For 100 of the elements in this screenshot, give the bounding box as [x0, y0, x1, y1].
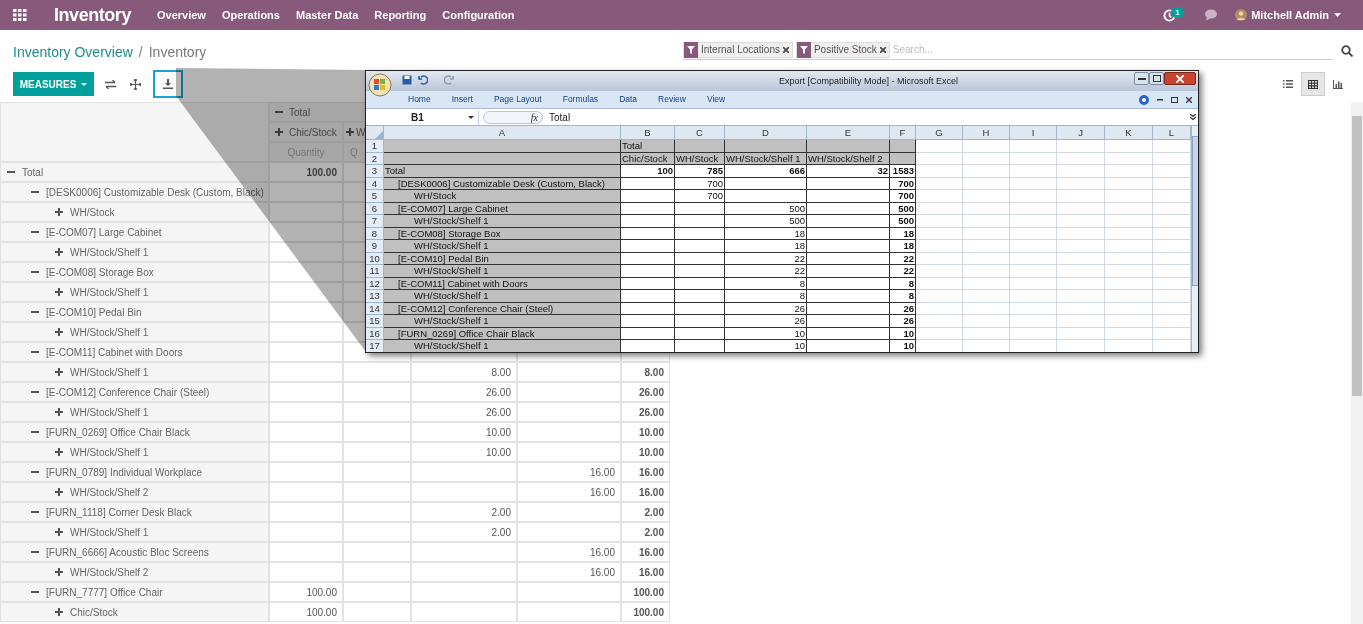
column-heading[interactable]: A	[384, 126, 621, 140]
table-icon[interactable]	[1308, 79, 1318, 89]
sheet-cell[interactable]	[675, 315, 725, 328]
row-heading[interactable]: 13	[366, 290, 384, 303]
row-heading[interactable]: 17	[366, 340, 384, 352]
search-bar[interactable]: Internal Locations Positive Stock Search...	[683, 40, 1333, 60]
row-header[interactable]: WH/Stock/Shelf 1	[0, 362, 269, 382]
ribbon-tab[interactable]: Insert	[451, 93, 473, 106]
scrollbar-thumb[interactable]	[1192, 136, 1198, 286]
row-heading[interactable]: 15	[366, 315, 384, 328]
column-heading[interactable]: E	[807, 126, 890, 140]
expand-icon[interactable]	[55, 248, 63, 256]
expand-icon[interactable]	[55, 488, 63, 496]
flip-axis-icon[interactable]	[105, 79, 116, 89]
user-name[interactable]: Mitchell Admin	[1251, 6, 1329, 24]
sheet-cell[interactable]: 10	[725, 340, 807, 352]
collapse-icon[interactable]	[31, 308, 39, 316]
row-header[interactable]: [FURN_0269] Office Chair Black	[0, 422, 269, 442]
ribbon-tab[interactable]: Review	[658, 93, 686, 106]
ribbon-tab[interactable]: Data	[619, 93, 638, 106]
caret-icon[interactable]	[1334, 13, 1341, 17]
expand-formula-icon[interactable]	[1190, 114, 1196, 120]
expand-icon[interactable]	[130, 78, 141, 90]
row-header[interactable]: WH/Stock/Shelf 1	[0, 322, 269, 342]
collapse-icon[interactable]	[31, 188, 39, 196]
function-button[interactable]: fx	[483, 110, 543, 124]
ribbon-tab[interactable]: Page Layout	[493, 93, 542, 106]
collapse-icon[interactable]	[31, 548, 39, 556]
sheet-cell[interactable]: 22	[725, 265, 807, 278]
sheet-cell[interactable]	[384, 140, 621, 153]
sheet-cell[interactable]: WH/Stock/Shelf 1	[384, 215, 621, 228]
sheet-cell[interactable]	[725, 190, 807, 203]
sheet-cell[interactable]: 100	[621, 165, 675, 178]
row-header[interactable]: [FURN_1118] Corner Desk Black	[0, 502, 269, 522]
menu-item[interactable]: Configuration	[442, 6, 515, 24]
download-icon[interactable]	[163, 79, 173, 89]
minimize-icon[interactable]	[1137, 77, 1146, 80]
sheet-cell[interactable]: 8	[725, 290, 807, 303]
undo-icon[interactable]	[418, 75, 428, 85]
row-header[interactable]: [FURN_7777] Office Chair	[0, 582, 269, 602]
expand-icon[interactable]	[275, 128, 283, 136]
expand-icon[interactable]	[55, 208, 63, 216]
close-icon[interactable]	[782, 46, 789, 53]
expand-icon[interactable]	[55, 328, 63, 336]
sheet-cell[interactable]	[807, 140, 890, 153]
download-button[interactable]	[153, 70, 183, 98]
bar-chart-icon[interactable]	[1333, 79, 1343, 89]
sheet-cell[interactable]	[807, 315, 890, 328]
row-header[interactable]: WH/Stock	[0, 202, 269, 222]
column-heading[interactable]: L	[1153, 126, 1191, 140]
collapse-icon[interactable]	[31, 588, 39, 596]
close-icon[interactable]	[879, 46, 886, 53]
sheet-cell[interactable]: 32	[807, 165, 890, 178]
ribbon-tab[interactable]: Formulas	[562, 93, 599, 106]
row-header[interactable]: WH/Stock/Shelf 1	[0, 522, 269, 542]
row-heading[interactable]: 1	[366, 140, 384, 153]
row-header[interactable]: WH/Stock/Shelf 1	[0, 402, 269, 422]
sheet-cell[interactable]: Total	[384, 165, 621, 178]
collapse-icon[interactable]	[31, 428, 39, 436]
sheet-cell[interactable]: 8	[890, 290, 916, 303]
expand-icon[interactable]	[55, 368, 63, 376]
row-header[interactable]: [E-COM10] Pedal Bin	[0, 302, 269, 322]
close-button[interactable]	[1164, 72, 1196, 85]
row-header[interactable]: [FURN_0789] Individual Workplace	[0, 462, 269, 482]
column-header[interactable]: Chic/Stock	[269, 122, 343, 142]
sheet-cell[interactable]	[807, 340, 890, 352]
column-heading[interactable]: F	[890, 126, 916, 140]
sheet-cell[interactable]	[807, 265, 890, 278]
row-header[interactable]: [FURN_6666] Acoustic Bloc Screens	[0, 542, 269, 562]
row-header[interactable]: [E-COM11] Cabinet with Doors	[0, 342, 269, 362]
sheet-cell[interactable]	[725, 140, 807, 153]
sheet-cell[interactable]	[675, 240, 725, 253]
collapse-icon[interactable]	[275, 108, 283, 116]
sheet-cell[interactable]: 18	[890, 240, 916, 253]
sheet-cell[interactable]	[675, 340, 725, 352]
sheet-cell[interactable]: 700	[890, 190, 916, 203]
collapse-icon[interactable]	[31, 468, 39, 476]
sheet-cell[interactable]	[621, 215, 675, 228]
expand-icon[interactable]	[55, 568, 63, 576]
save-icon[interactable]	[402, 75, 412, 85]
restore-icon[interactable]	[1171, 97, 1178, 103]
pivot-view-button[interactable]	[1301, 72, 1325, 96]
close-icon[interactable]	[1186, 97, 1192, 103]
sheet-cell[interactable]	[621, 240, 675, 253]
sheet-cell[interactable]: 666	[725, 165, 807, 178]
scrollbar[interactable]	[1351, 102, 1363, 624]
sheet-cell[interactable]	[675, 215, 725, 228]
menu-item[interactable]: Master Data	[295, 6, 359, 24]
menu-item[interactable]: Operations	[221, 6, 280, 24]
triangle-icon[interactable]	[375, 131, 383, 139]
expand-icon[interactable]	[55, 288, 63, 296]
collapse-icon[interactable]	[31, 268, 39, 276]
sheet-cell[interactable]	[807, 215, 890, 228]
sheet-cell[interactable]: 500	[890, 215, 916, 228]
apps-menu-icon[interactable]	[13, 9, 27, 21]
sheet-cell[interactable]: 500	[725, 215, 807, 228]
filter-facet[interactable]: Internal Locations	[683, 41, 793, 58]
sheet-cell[interactable]	[807, 290, 890, 303]
chat-icon[interactable]	[1205, 9, 1220, 21]
sheet-cell[interactable]	[675, 290, 725, 303]
